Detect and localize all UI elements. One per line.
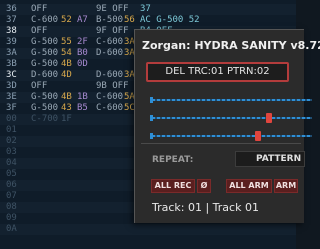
slider-thumb[interactable] [266,113,272,123]
cell-c4[interactable]: C-600 [96,37,123,48]
row-number: 08 [6,202,17,212]
row-number: 36 [6,4,17,14]
cell-c4[interactable]: 9E OFF [96,4,129,15]
cell-c1[interactable]: G-500 [31,103,58,114]
row-number: 3E [6,92,17,102]
divider [141,143,301,144]
row-number: 3A [6,48,17,58]
all-rec-button[interactable]: ALL REC [151,179,195,193]
cell-c4[interactable]: 9B OFF [96,81,129,92]
cell-c1[interactable]: OFF [31,4,47,15]
cell-c2[interactable]: 52 [61,15,72,26]
row-number: 03 [6,147,17,157]
cell-c2[interactable]: 55 [61,37,72,48]
row-number: 38 [6,26,17,36]
row-number: 3B [6,59,17,69]
row-number: 05 [6,169,17,179]
cell-c2[interactable]: 43 [61,103,72,114]
repeat-label: REPEAT: [152,155,194,165]
slider-track [152,135,312,137]
dialog-title: Zorgan: HYDRA SANITY v8.72 [142,39,320,52]
cell-c4[interactable]: D-600 [96,70,123,81]
cell-c3[interactable]: 0D [77,59,88,70]
cell-c1[interactable]: G-500 [31,48,58,59]
rec-clear-button[interactable]: Ø [197,179,211,193]
track-status: Track: 01 | Track 01 [152,201,259,214]
cell-c1[interactable]: OFF [31,81,47,92]
cell-c1[interactable]: C-600 [31,15,58,26]
slider-track [152,99,312,101]
cell-c5[interactable]: 56 [124,15,135,26]
hydra-sanity-dialog: Zorgan: HYDRA SANITY v8.72 DEL TRC:01 PT… [134,29,320,223]
delete-info-box: DEL TRC:01 PTRN:02 [146,62,289,82]
row-number: 01 [6,125,17,135]
cell-c1[interactable]: G-500 [31,59,58,70]
slider-thumb[interactable] [255,131,261,141]
cell-c1[interactable]: G-500 [31,37,58,48]
cell-c1[interactable]: C-700 [31,114,58,125]
cell-c3[interactable]: A7 [77,15,88,26]
repeat-mode-button[interactable]: PATTERN [235,151,305,167]
cell-c6[interactable]: 37 [140,4,151,15]
row-number: 0A [6,224,17,234]
pattern-row[interactable]: 0A [0,224,296,235]
row-number: 37 [6,15,17,25]
cell-c2[interactable]: 1F [61,114,72,125]
row-number: 3F [6,103,17,113]
slider-1[interactable] [150,96,312,104]
row-number: 00 [6,114,17,124]
cell-c3[interactable]: B0 [77,48,88,59]
slider-2[interactable] [150,113,312,123]
cell-c2[interactable]: 4B [61,59,72,70]
cell-c4[interactable]: D-600 [96,48,123,59]
row-number: 39 [6,37,17,47]
cell-c2[interactable]: 4B [61,92,72,103]
cell-c3[interactable]: 2F [77,37,88,48]
row-number: 3D [6,81,17,91]
row-number: 3C [6,70,17,80]
row-number: 07 [6,191,17,201]
row-number: 09 [6,213,17,223]
cell-c2[interactable]: 54 [61,48,72,59]
slider-3[interactable] [150,131,312,141]
cell-c3[interactable]: B5 [77,103,88,114]
cell-c4[interactable]: B-500 [96,15,123,26]
all-arm-button[interactable]: ALL ARM [226,179,272,193]
row-number: 06 [6,180,17,190]
arm-button[interactable]: ARM [274,179,298,193]
cell-c4[interactable]: C-600 [96,92,123,103]
cell-c4[interactable]: 9F OFF [96,26,129,37]
slider-track [152,117,312,119]
pattern-row[interactable]: 36 OFF 9E OFF 37 [0,4,296,15]
cell-c3[interactable]: 1B [77,92,88,103]
cell-c1[interactable]: D-600 [31,70,58,81]
row-number: 04 [6,158,17,168]
cell-c6[interactable]: AC G-500 52 [140,15,200,26]
cell-c2[interactable]: 4D [61,70,72,81]
row-number: 02 [6,136,17,146]
cell-c4[interactable]: C-600 [96,103,123,114]
pattern-row[interactable]: 37 C-600 52 A7 B-500 56 AC G-500 52 [0,15,296,26]
cell-c1[interactable]: OFF [31,26,47,37]
cell-c1[interactable]: G-500 [31,92,58,103]
